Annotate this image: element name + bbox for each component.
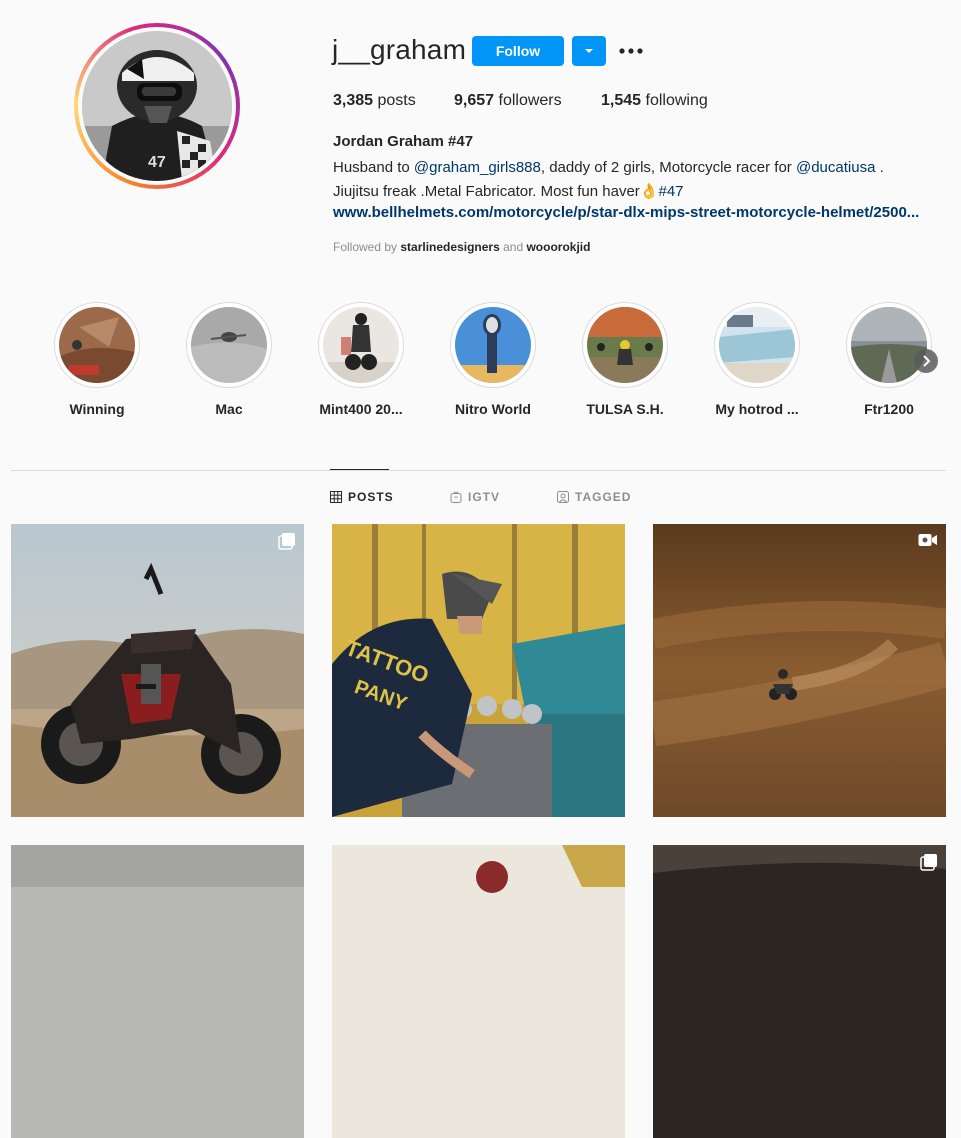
- tab-posts[interactable]: POSTS: [330, 490, 394, 504]
- highlight-label: Mac: [215, 401, 243, 417]
- bio-text: .: [875, 159, 884, 176]
- following-count: 1,545: [601, 92, 642, 109]
- highlight-my-hotrod[interactable]: My hotrod ...: [702, 302, 812, 417]
- highlight-mac[interactable]: Mac: [174, 302, 284, 417]
- mention-link[interactable]: @graham_girls888: [414, 159, 541, 176]
- highlight-ring: [54, 302, 140, 388]
- post-image: [653, 524, 946, 817]
- chevron-down-icon: [585, 49, 593, 53]
- post-image: [11, 845, 304, 1138]
- more-options-button[interactable]: [616, 38, 646, 64]
- bio-text: Husband to: [333, 159, 414, 176]
- followed-by-user[interactable]: starlinedesigners: [400, 240, 499, 254]
- igtv-icon: [450, 491, 462, 503]
- following-stat[interactable]: 1,545 following: [601, 92, 708, 110]
- post-image: [332, 845, 625, 1138]
- more-icon: [619, 48, 643, 54]
- hashtag-link[interactable]: #47: [658, 183, 683, 200]
- highlight-tulsa[interactable]: TULSA S.H.: [570, 302, 680, 417]
- suggested-dropdown-button[interactable]: [572, 36, 606, 66]
- active-tab-indicator: [330, 469, 389, 470]
- profile-full-name: Jordan Graham #47: [333, 133, 474, 150]
- post-tile[interactable]: TATTOO PANY: [332, 524, 625, 817]
- post-image: [653, 845, 946, 1138]
- highlight-label: TULSA S.H.: [586, 401, 664, 417]
- followers-count: 9,657: [454, 92, 495, 109]
- highlight-label: Mint400 20...: [319, 401, 403, 417]
- tagged-icon: [557, 491, 569, 503]
- highlight-nitro-world[interactable]: Nitro World: [438, 302, 548, 417]
- profile-bio: Husband to @graham_girls888, daddy of 2 …: [333, 156, 953, 204]
- carousel-icon: [920, 854, 937, 871]
- tabs-divider: [11, 470, 946, 471]
- highlight-ring: [450, 302, 536, 388]
- svg-text:47: 47: [148, 154, 166, 171]
- bio-line-1: Husband to @graham_girls888, daddy of 2 …: [333, 156, 953, 180]
- post-image: TATTOO PANY: [332, 524, 625, 817]
- highlight-ring: [846, 302, 932, 388]
- post-image: [11, 524, 304, 817]
- follow-button[interactable]: Follow: [472, 36, 564, 66]
- carousel-icon: [278, 533, 295, 550]
- profile-username: j__graham: [332, 34, 467, 65]
- highlight-ring: [186, 302, 272, 388]
- posts-stat: 3,385 posts: [333, 92, 416, 110]
- bio-text: Jiujitsu freak .Metal Fabricator. Most f…: [333, 183, 640, 200]
- highlight-cover: [455, 307, 531, 383]
- followers-stat[interactable]: 9,657 followers: [454, 92, 562, 110]
- followed-by-and: and: [503, 240, 524, 254]
- highlight-label: My hotrod ...: [715, 401, 799, 417]
- tab-igtv[interactable]: IGTV: [450, 490, 500, 504]
- highlight-cover: [719, 307, 795, 383]
- highlight-ring: [714, 302, 800, 388]
- tab-tagged[interactable]: TAGGED: [557, 490, 631, 504]
- post-tile[interactable]: [653, 845, 946, 1138]
- tab-label: POSTS: [348, 490, 394, 504]
- post-tile[interactable]: [11, 845, 304, 1138]
- chevron-right-icon: [923, 355, 931, 367]
- highlights-next-button[interactable]: [914, 349, 938, 373]
- highlight-mint400[interactable]: Mint400 20...: [306, 302, 416, 417]
- tab-label: IGTV: [468, 490, 501, 504]
- highlight-label: Ftr1200: [864, 401, 914, 417]
- profile-avatar-ring[interactable]: 47: [74, 23, 240, 189]
- posts-count: 3,385: [333, 92, 374, 109]
- grid-icon: [330, 491, 342, 503]
- tab-label: TAGGED: [575, 490, 632, 504]
- highlight-cover: [191, 307, 267, 383]
- website-link[interactable]: www.bellhelmets.com/motorcycle/p/star-dl…: [333, 204, 919, 221]
- ok-hand-emoji: 👌: [639, 183, 659, 200]
- posts-label: posts: [377, 92, 416, 109]
- highlight-ring: [582, 302, 668, 388]
- post-tile[interactable]: [653, 524, 946, 817]
- highlight-winning[interactable]: Winning: [42, 302, 152, 417]
- following-label: following: [645, 92, 708, 109]
- highlight-label: Nitro World: [455, 401, 531, 417]
- followed-by: Followed by starlinedesigners and woooro…: [333, 240, 590, 254]
- highlight-cover: [587, 307, 663, 383]
- post-tile[interactable]: [332, 845, 625, 1138]
- followers-label: followers: [498, 92, 562, 109]
- avatar-image: 47: [82, 31, 232, 181]
- avatar[interactable]: 47: [82, 31, 232, 181]
- video-icon: [918, 534, 937, 546]
- highlight-cover: [323, 307, 399, 383]
- avatar-inner: 47: [78, 27, 236, 185]
- highlight-cover: [59, 307, 135, 383]
- mention-link[interactable]: @ducatiusa: [796, 159, 875, 176]
- bio-line-2: Jiujitsu freak .Metal Fabricator. Most f…: [333, 180, 953, 204]
- followed-by-user[interactable]: wooorokjid: [526, 240, 590, 254]
- highlight-ring: [318, 302, 404, 388]
- followed-by-prefix: Followed by: [333, 240, 398, 254]
- bio-text: , daddy of 2 girls, Motorcycle racer for: [540, 159, 796, 176]
- post-tile[interactable]: [11, 524, 304, 817]
- highlight-label: Winning: [69, 401, 125, 417]
